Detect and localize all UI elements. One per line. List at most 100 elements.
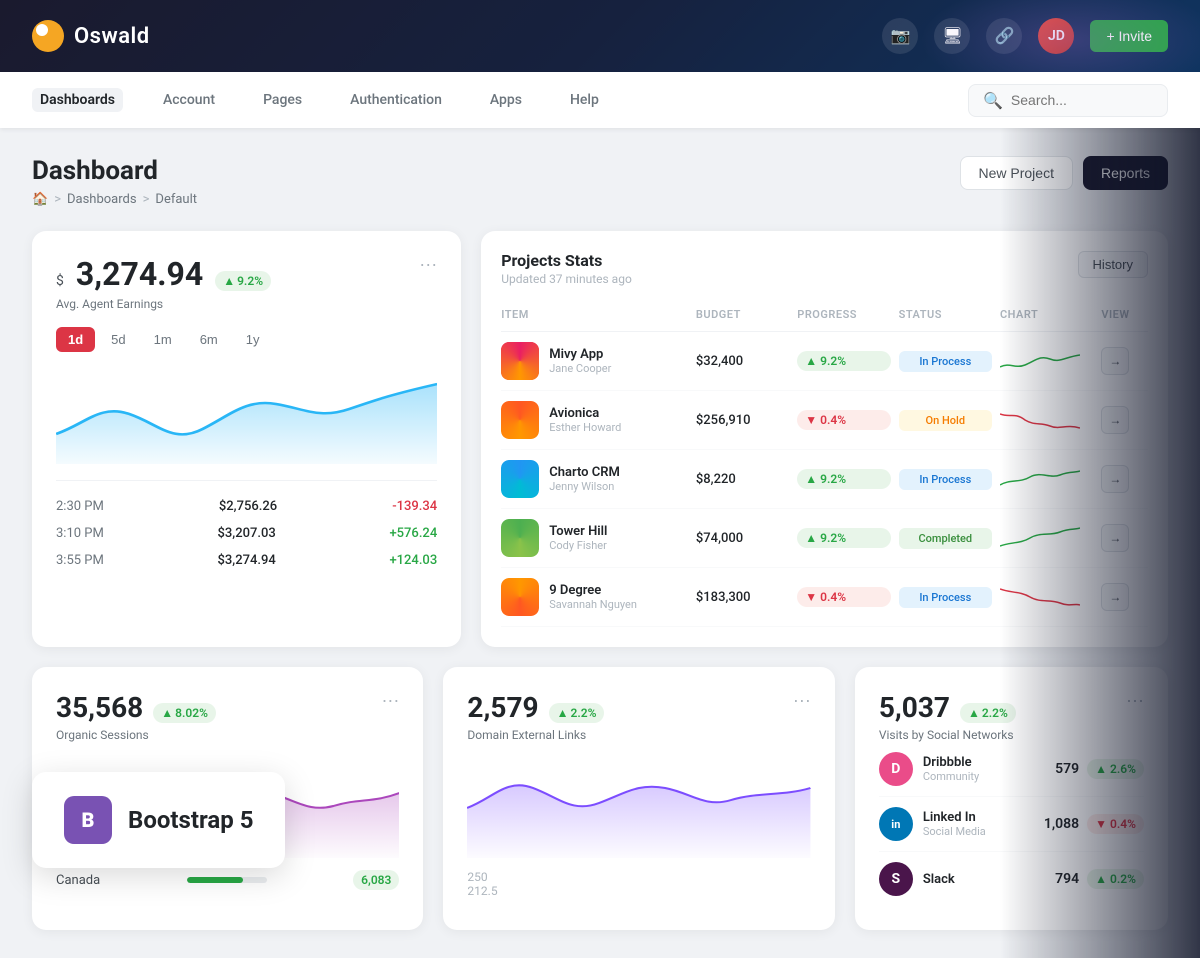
- organic-more-button[interactable]: ···: [381, 691, 399, 709]
- col-progress: PROGRESS: [797, 308, 890, 321]
- view-charto-button[interactable]: →: [1101, 465, 1129, 493]
- projects-header-left: Projects Stats Updated 37 minutes ago: [501, 251, 632, 286]
- table-header: ITEM BUDGET PROGRESS STATUS CHART VIEW: [501, 302, 1148, 332]
- page-title: Dashboard: [32, 156, 197, 186]
- time-3: 3:55 PM: [56, 553, 104, 568]
- project-row-charto: Charto CRM Jenny Wilson $8,220 ▲ 9.2% In…: [501, 450, 1148, 509]
- status-charto: In Process: [899, 469, 992, 490]
- linkedin-count: 1,088: [1044, 816, 1079, 832]
- user-avatar[interactable]: JD: [1038, 18, 1074, 54]
- nav-icon-share[interactable]: 🔗: [986, 18, 1022, 54]
- domain-more-button[interactable]: ···: [793, 691, 811, 709]
- arrow-up-icon: ▲: [223, 274, 235, 288]
- earnings-row-3: 3:55 PM $3,274.94 +124.03: [56, 547, 437, 574]
- nav-icon-monitor[interactable]: 🖥: [934, 18, 970, 54]
- social-badge: ▲ 2.2%: [960, 703, 1016, 723]
- progress-avionica: ▼ 0.4%: [797, 410, 890, 430]
- logo-icon: [32, 20, 64, 52]
- budget-avionica: $256,910: [696, 413, 789, 428]
- domain-chart: [467, 758, 810, 858]
- change-2: +576.24: [389, 526, 437, 541]
- nav-icon-camera[interactable]: 📷: [882, 18, 918, 54]
- time-filter-1d[interactable]: 1d: [56, 327, 95, 352]
- earnings-chart: [56, 364, 437, 464]
- chart-label-2125: 212.5: [467, 884, 497, 898]
- budget-tower: $74,000: [696, 531, 789, 546]
- history-button[interactable]: History: [1078, 251, 1148, 278]
- project-name-tower: Tower Hill: [549, 524, 607, 539]
- time-filter-1y[interactable]: 1y: [234, 327, 272, 352]
- dribbble-count: 579: [1055, 761, 1079, 777]
- chart-charto: [1000, 465, 1093, 493]
- new-project-button[interactable]: New Project: [960, 156, 1073, 190]
- nav-item-authentication[interactable]: Authentication: [342, 88, 450, 112]
- time-2: 3:10 PM: [56, 526, 104, 541]
- time-1: 2:30 PM: [56, 499, 104, 514]
- view-9degree-button[interactable]: →: [1101, 583, 1129, 611]
- project-name-9degree: 9 Degree: [549, 583, 637, 598]
- amount-3: $3,274.94: [218, 553, 276, 568]
- breadcrumb-default: Default: [155, 192, 197, 207]
- social-card: ··· 5,037 ▲ 2.2% Visits by Social Networ…: [855, 667, 1168, 930]
- change-3: +124.03: [389, 553, 437, 568]
- linkedin-badge: ▼ 0.4%: [1087, 814, 1144, 834]
- social-more-button[interactable]: ···: [1126, 691, 1144, 709]
- breadcrumb-home-icon: 🏠: [32, 192, 48, 207]
- breadcrumb-dashboards[interactable]: Dashboards: [67, 192, 137, 207]
- progress-tower: ▲ 9.2%: [797, 528, 890, 548]
- social-row-slack: S Slack 794 ▲ 0.2%: [879, 852, 1144, 906]
- view-avionica-button[interactable]: →: [1101, 406, 1129, 434]
- project-owner-9degree: Savannah Nguyen: [549, 598, 637, 611]
- search-box: 🔍: [968, 84, 1168, 117]
- reports-button[interactable]: Reports: [1083, 156, 1168, 190]
- nav-item-account[interactable]: Account: [155, 88, 223, 112]
- nav-item-pages[interactable]: Pages: [255, 88, 310, 112]
- project-icon-charto: [501, 460, 539, 498]
- country-row: Canada 6,083: [56, 870, 399, 890]
- budget-9degree: $183,300: [696, 590, 789, 605]
- organic-badge: ▲ 8.02%: [153, 703, 216, 723]
- slack-badge: ▲ 0.2%: [1087, 869, 1144, 889]
- search-input[interactable]: [1011, 92, 1153, 108]
- country-name: Canada: [56, 873, 100, 888]
- nav-item-help[interactable]: Help: [562, 88, 607, 112]
- earnings-badge: ▲ 9.2%: [215, 271, 271, 291]
- country-progress-bar: [187, 877, 267, 883]
- dribbble-icon: D: [879, 752, 913, 786]
- linkedin-icon: in: [879, 807, 913, 841]
- page-header-left: Dashboard 🏠 > Dashboards > Default: [32, 156, 197, 207]
- dribbble-badge: ▲ 2.6%: [1087, 759, 1144, 779]
- earnings-value: 3,274.94: [76, 255, 203, 293]
- page-header: Dashboard 🏠 > Dashboards > Default New P…: [32, 156, 1168, 207]
- earnings-currency: $: [56, 273, 64, 289]
- chart-tower: [1000, 524, 1093, 552]
- status-9degree: In Process: [899, 587, 992, 608]
- nav-item-dashboards[interactable]: Dashboards: [32, 88, 123, 112]
- chart-mivy: [1000, 347, 1093, 375]
- earnings-row-1: 2:30 PM $2,756.26 -139.34: [56, 493, 437, 520]
- social-row-dribbble: D Dribbble Community 579 ▲ 2.6%: [879, 742, 1144, 797]
- nav-item-apps[interactable]: Apps: [482, 88, 530, 112]
- progress-mivy: ▲ 9.2%: [797, 351, 890, 371]
- project-icon-9degree: [501, 578, 539, 616]
- projects-updated: Updated 37 minutes ago: [501, 272, 632, 286]
- project-row-9degree: 9 Degree Savannah Nguyen $183,300 ▼ 0.4%…: [501, 568, 1148, 627]
- time-filter-5d[interactable]: 5d: [99, 327, 137, 352]
- slack-count: 794: [1055, 871, 1079, 887]
- view-tower-button[interactable]: →: [1101, 524, 1129, 552]
- col-budget: BUDGET: [696, 308, 789, 321]
- bootstrap-label: Bootstrap 5: [128, 806, 253, 834]
- view-mivy-button[interactable]: →: [1101, 347, 1129, 375]
- time-filter-1m[interactable]: 1m: [142, 327, 184, 352]
- project-row-mivy: Mivy App Jane Cooper $32,400 ▲ 9.2% In P…: [501, 332, 1148, 391]
- earnings-more-button[interactable]: ···: [419, 255, 437, 273]
- invite-button[interactable]: + Invite: [1090, 20, 1168, 52]
- secondary-nav: Dashboards Account Pages Authentication …: [0, 72, 1200, 128]
- project-name-avionica: Avionica: [549, 406, 621, 421]
- project-row-tower: Tower Hill Cody Fisher $74,000 ▲ 9.2% Co…: [501, 509, 1148, 568]
- time-filter-6m[interactable]: 6m: [188, 327, 230, 352]
- social-label: Visits by Social Networks: [879, 728, 1144, 742]
- col-chart: CHART: [1000, 308, 1093, 321]
- status-mivy: In Process: [899, 351, 992, 372]
- top-nav: Oswald 📷 🖥 🔗 JD + Invite: [0, 0, 1200, 72]
